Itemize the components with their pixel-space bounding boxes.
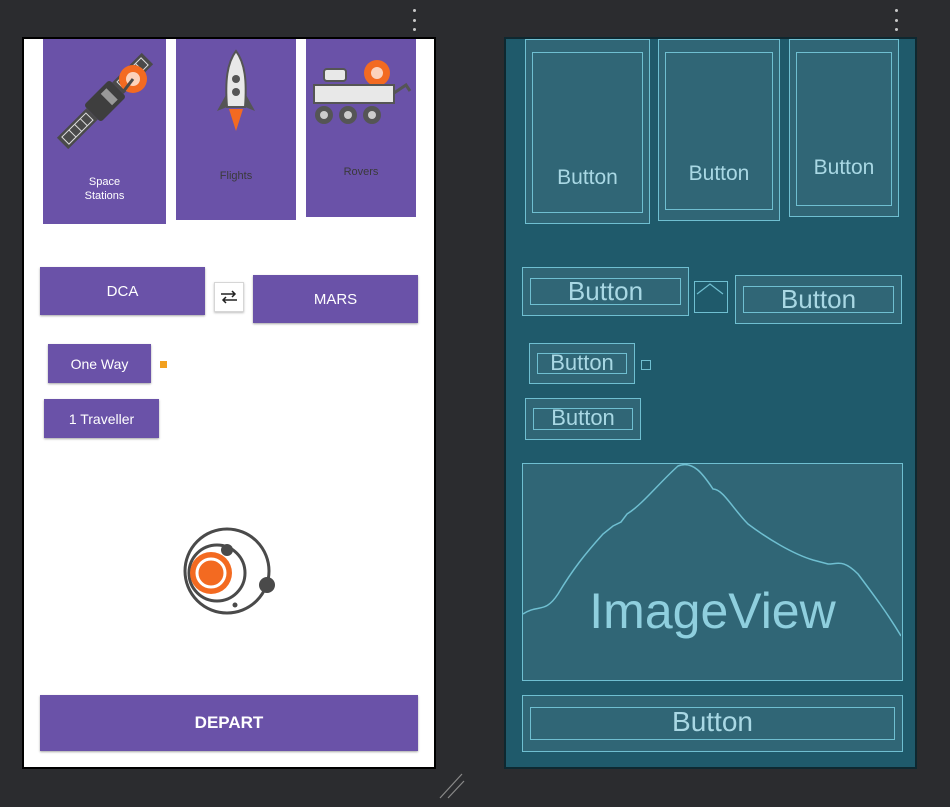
bp-image-view-label: ImageView [589, 583, 836, 639]
bp-trip-type-button-label: Button [550, 350, 614, 375]
bp-card-button-3: Button [789, 39, 899, 217]
design-preview: Space Stations Flights Rovers DCA MARS O… [22, 37, 436, 769]
bp-from-button: Button [522, 267, 689, 316]
blueprint-overflow-menu-icon[interactable] [893, 9, 899, 31]
card-rovers[interactable]: Rovers [306, 39, 416, 217]
bp-swap-image [694, 281, 728, 313]
bp-trip-type-indicator [641, 360, 651, 370]
bp-travellers-button: Button [525, 398, 641, 440]
bp-depart-button: Button [522, 695, 903, 752]
card-flights[interactable]: Flights [176, 39, 296, 220]
mountain-placeholder-icon [523, 464, 901, 637]
bp-depart-button-label: Button [672, 706, 753, 737]
card-space-stations[interactable]: Space Stations [43, 39, 166, 224]
planet-orbit-icon [183, 527, 275, 615]
bp-card-button-1: Button [525, 39, 650, 224]
depart-button[interactable]: DEPART [40, 695, 418, 751]
trip-type-button[interactable]: One Way [48, 344, 151, 383]
rocket-icon [217, 49, 255, 131]
swap-arrows-icon [221, 290, 237, 304]
to-airport-button[interactable]: MARS [253, 275, 418, 323]
rover-icon [313, 60, 412, 124]
design-overflow-menu-icon[interactable] [411, 9, 417, 31]
from-airport-button[interactable]: DCA [40, 267, 205, 315]
swap-button[interactable] [214, 282, 244, 312]
bp-from-button-label: Button [567, 276, 644, 306]
bp-card-button-1-label: Button [557, 166, 618, 189]
satellite-icon [56, 52, 154, 150]
card-flights-label: Flights [219, 170, 253, 182]
bp-image-view: ImageView [522, 463, 903, 681]
bp-to-button-label: Button [780, 284, 857, 314]
bp-card-button-2: Button [658, 39, 780, 221]
resize-handle-icon[interactable] [438, 772, 468, 802]
card-rovers-label: Rovers [343, 166, 379, 178]
travellers-button[interactable]: 1 Traveller [44, 399, 159, 438]
bp-trip-type-button: Button [529, 343, 635, 384]
card-space-stations-label: Space Stations [84, 176, 125, 202]
trip-type-indicator [160, 361, 167, 368]
bp-card-button-3-label: Button [813, 156, 875, 179]
bp-travellers-button-label: Button [551, 405, 615, 430]
bp-to-button: Button [735, 275, 902, 324]
blueprint-preview: Button Button Button Button Button Butto… [504, 37, 917, 769]
bp-card-button-2-label: Button [688, 162, 750, 185]
